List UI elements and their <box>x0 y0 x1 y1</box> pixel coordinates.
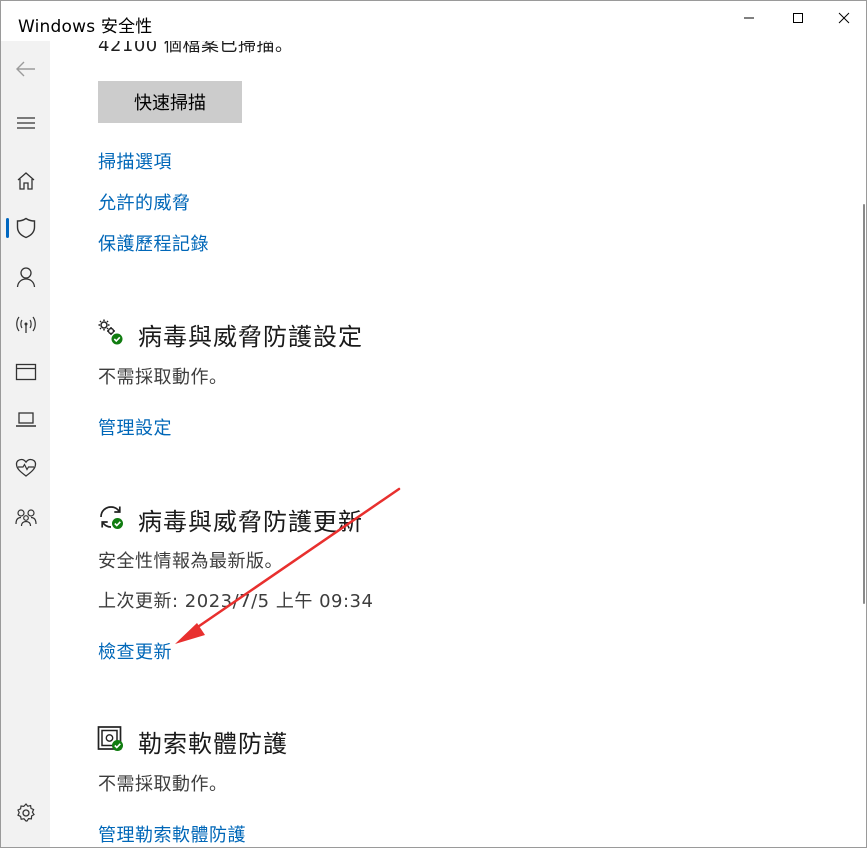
ransomware-folder-check-icon <box>97 726 123 751</box>
wireless-signal-icon <box>15 316 36 333</box>
scan-options-link[interactable]: 掃描選項 <box>98 148 172 174</box>
family-icon <box>14 509 37 527</box>
window-title: Windows 安全性 <box>18 17 153 37</box>
manage-settings-link[interactable]: 管理設定 <box>98 414 172 440</box>
nav-account-protection[interactable] <box>1 255 50 299</box>
ransomware-status-text: 不需採取動作。 <box>98 774 228 795</box>
minimize-icon <box>744 17 754 19</box>
navigation-rail <box>1 41 50 847</box>
scrollbar-thumb[interactable] <box>863 204 865 604</box>
nav-settings[interactable] <box>1 791 50 835</box>
quick-scan-button[interactable]: 快速掃描 <box>98 81 242 123</box>
app-browser-icon <box>15 363 36 381</box>
gears-check-icon <box>98 319 123 345</box>
nav-home[interactable] <box>1 159 50 203</box>
shield-icon <box>16 217 35 239</box>
nav-virus-protection[interactable] <box>1 206 50 250</box>
back-button[interactable] <box>1 47 50 91</box>
sync-check-icon <box>100 506 123 529</box>
laptop-icon <box>15 412 36 427</box>
manage-ransomware-protection-link[interactable]: 管理勒索軟體防護 <box>98 821 246 847</box>
settings-section-title: 病毒與威脅防護設定 <box>138 323 363 351</box>
vertical-scrollbar[interactable] <box>860 41 866 847</box>
menu-toggle[interactable] <box>1 101 50 145</box>
nav-family-options[interactable] <box>1 495 50 539</box>
close-button[interactable] <box>821 1 866 35</box>
nav-firewall-network[interactable] <box>1 303 50 347</box>
person-icon <box>16 267 35 288</box>
nav-app-browser-control[interactable] <box>1 350 50 394</box>
nav-device-security[interactable] <box>1 398 50 442</box>
close-icon <box>838 12 850 24</box>
ransomware-section-icon <box>97 725 127 755</box>
back-arrow-icon <box>15 61 35 77</box>
minimize-button[interactable] <box>726 1 772 35</box>
updates-section-icon <box>97 503 127 533</box>
maximize-button[interactable] <box>775 1 821 35</box>
home-icon <box>17 172 34 190</box>
updates-section-title: 病毒與威脅防護更新 <box>138 508 363 536</box>
protection-history-link[interactable]: 保護歷程記錄 <box>98 230 209 256</box>
settings-gear-icon <box>16 803 35 822</box>
heart-health-icon <box>15 458 36 477</box>
windows-security-window: Windows 安全性 42100 個檔案已掃描。 快速掃描 掃描選項 允許的威… <box>0 0 867 848</box>
maximize-icon <box>793 13 803 23</box>
last-update-text: 上次更新: 2023/7/5 上午 09:34 <box>98 591 374 612</box>
check-for-updates-link[interactable]: 檢查更新 <box>98 638 172 664</box>
settings-section-icon <box>97 318 127 348</box>
ransomware-section-title: 勒索軟體防護 <box>138 730 288 758</box>
hamburger-menu-icon <box>16 117 35 129</box>
settings-status-text: 不需採取動作。 <box>98 367 228 388</box>
main-content: 42100 個檔案已掃描。 快速掃描 掃描選項 允許的威脅 保護歷程記錄 病毒與… <box>50 41 860 847</box>
scanned-files-count-text: 42100 個檔案已掃描。 <box>98 41 294 56</box>
allowed-threats-link[interactable]: 允許的威脅 <box>98 189 191 215</box>
nav-device-health[interactable] <box>1 446 50 490</box>
title-bar: Windows 安全性 <box>1 1 866 41</box>
updates-status-text: 安全性情報為最新版。 <box>98 551 283 572</box>
